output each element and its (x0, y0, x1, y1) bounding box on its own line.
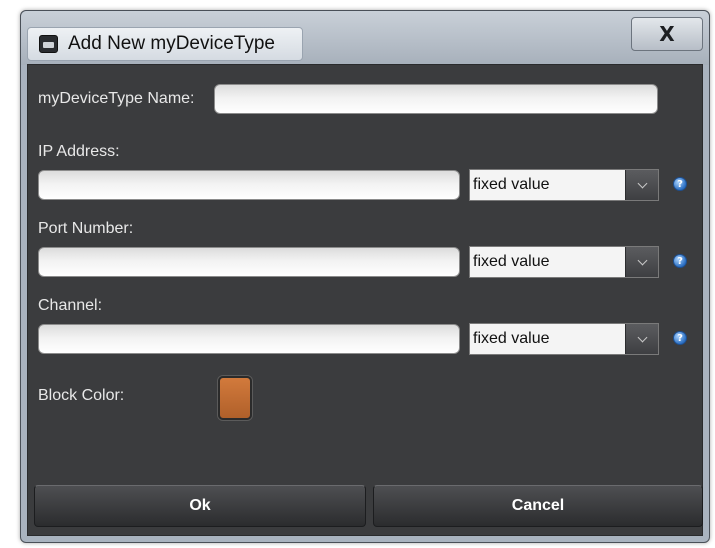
chevron-down-icon[interactable] (625, 247, 658, 277)
channel-input[interactable] (38, 324, 460, 354)
close-button[interactable]: X (631, 17, 703, 51)
help-icon[interactable]: ? (673, 177, 687, 191)
window-title: Add New myDeviceType (68, 33, 275, 54)
port-number-mode-value: fixed value (473, 253, 550, 270)
ip-address-input[interactable] (38, 170, 460, 200)
title-area: Add New myDeviceType (27, 27, 303, 61)
port-number-input[interactable] (38, 247, 460, 277)
port-number-label: Port Number: (38, 220, 134, 237)
help-icon[interactable]: ? (673, 254, 687, 268)
port-number-mode-select[interactable]: fixed value (469, 246, 659, 278)
close-icon: X (659, 22, 675, 46)
add-device-type-dialog: Add New myDeviceType X myDeviceType Name… (20, 10, 710, 543)
ip-address-mode-select[interactable]: fixed value (469, 169, 659, 201)
channel-mode-value: fixed value (473, 330, 550, 347)
help-icon[interactable]: ? (673, 331, 687, 345)
ip-address-label: IP Address: (38, 143, 120, 160)
channel-label: Channel: (38, 297, 103, 314)
chevron-down-icon[interactable] (625, 324, 658, 354)
channel-mode-select[interactable]: fixed value (469, 323, 659, 355)
block-color-swatch[interactable] (218, 376, 252, 420)
dialog-body: myDeviceType Name: IP Address: fixed val… (27, 64, 703, 536)
ok-button[interactable]: Ok (34, 485, 366, 527)
ip-address-mode-value: fixed value (473, 176, 550, 193)
cancel-button[interactable]: Cancel (373, 485, 703, 527)
title-bar[interactable]: Add New myDeviceType X (21, 11, 709, 65)
name-label: myDeviceType Name: (38, 90, 195, 107)
device-type-icon (39, 35, 58, 53)
name-input[interactable] (214, 84, 658, 114)
block-color-label: Block Color: (38, 387, 125, 404)
chevron-down-icon[interactable] (625, 170, 658, 200)
